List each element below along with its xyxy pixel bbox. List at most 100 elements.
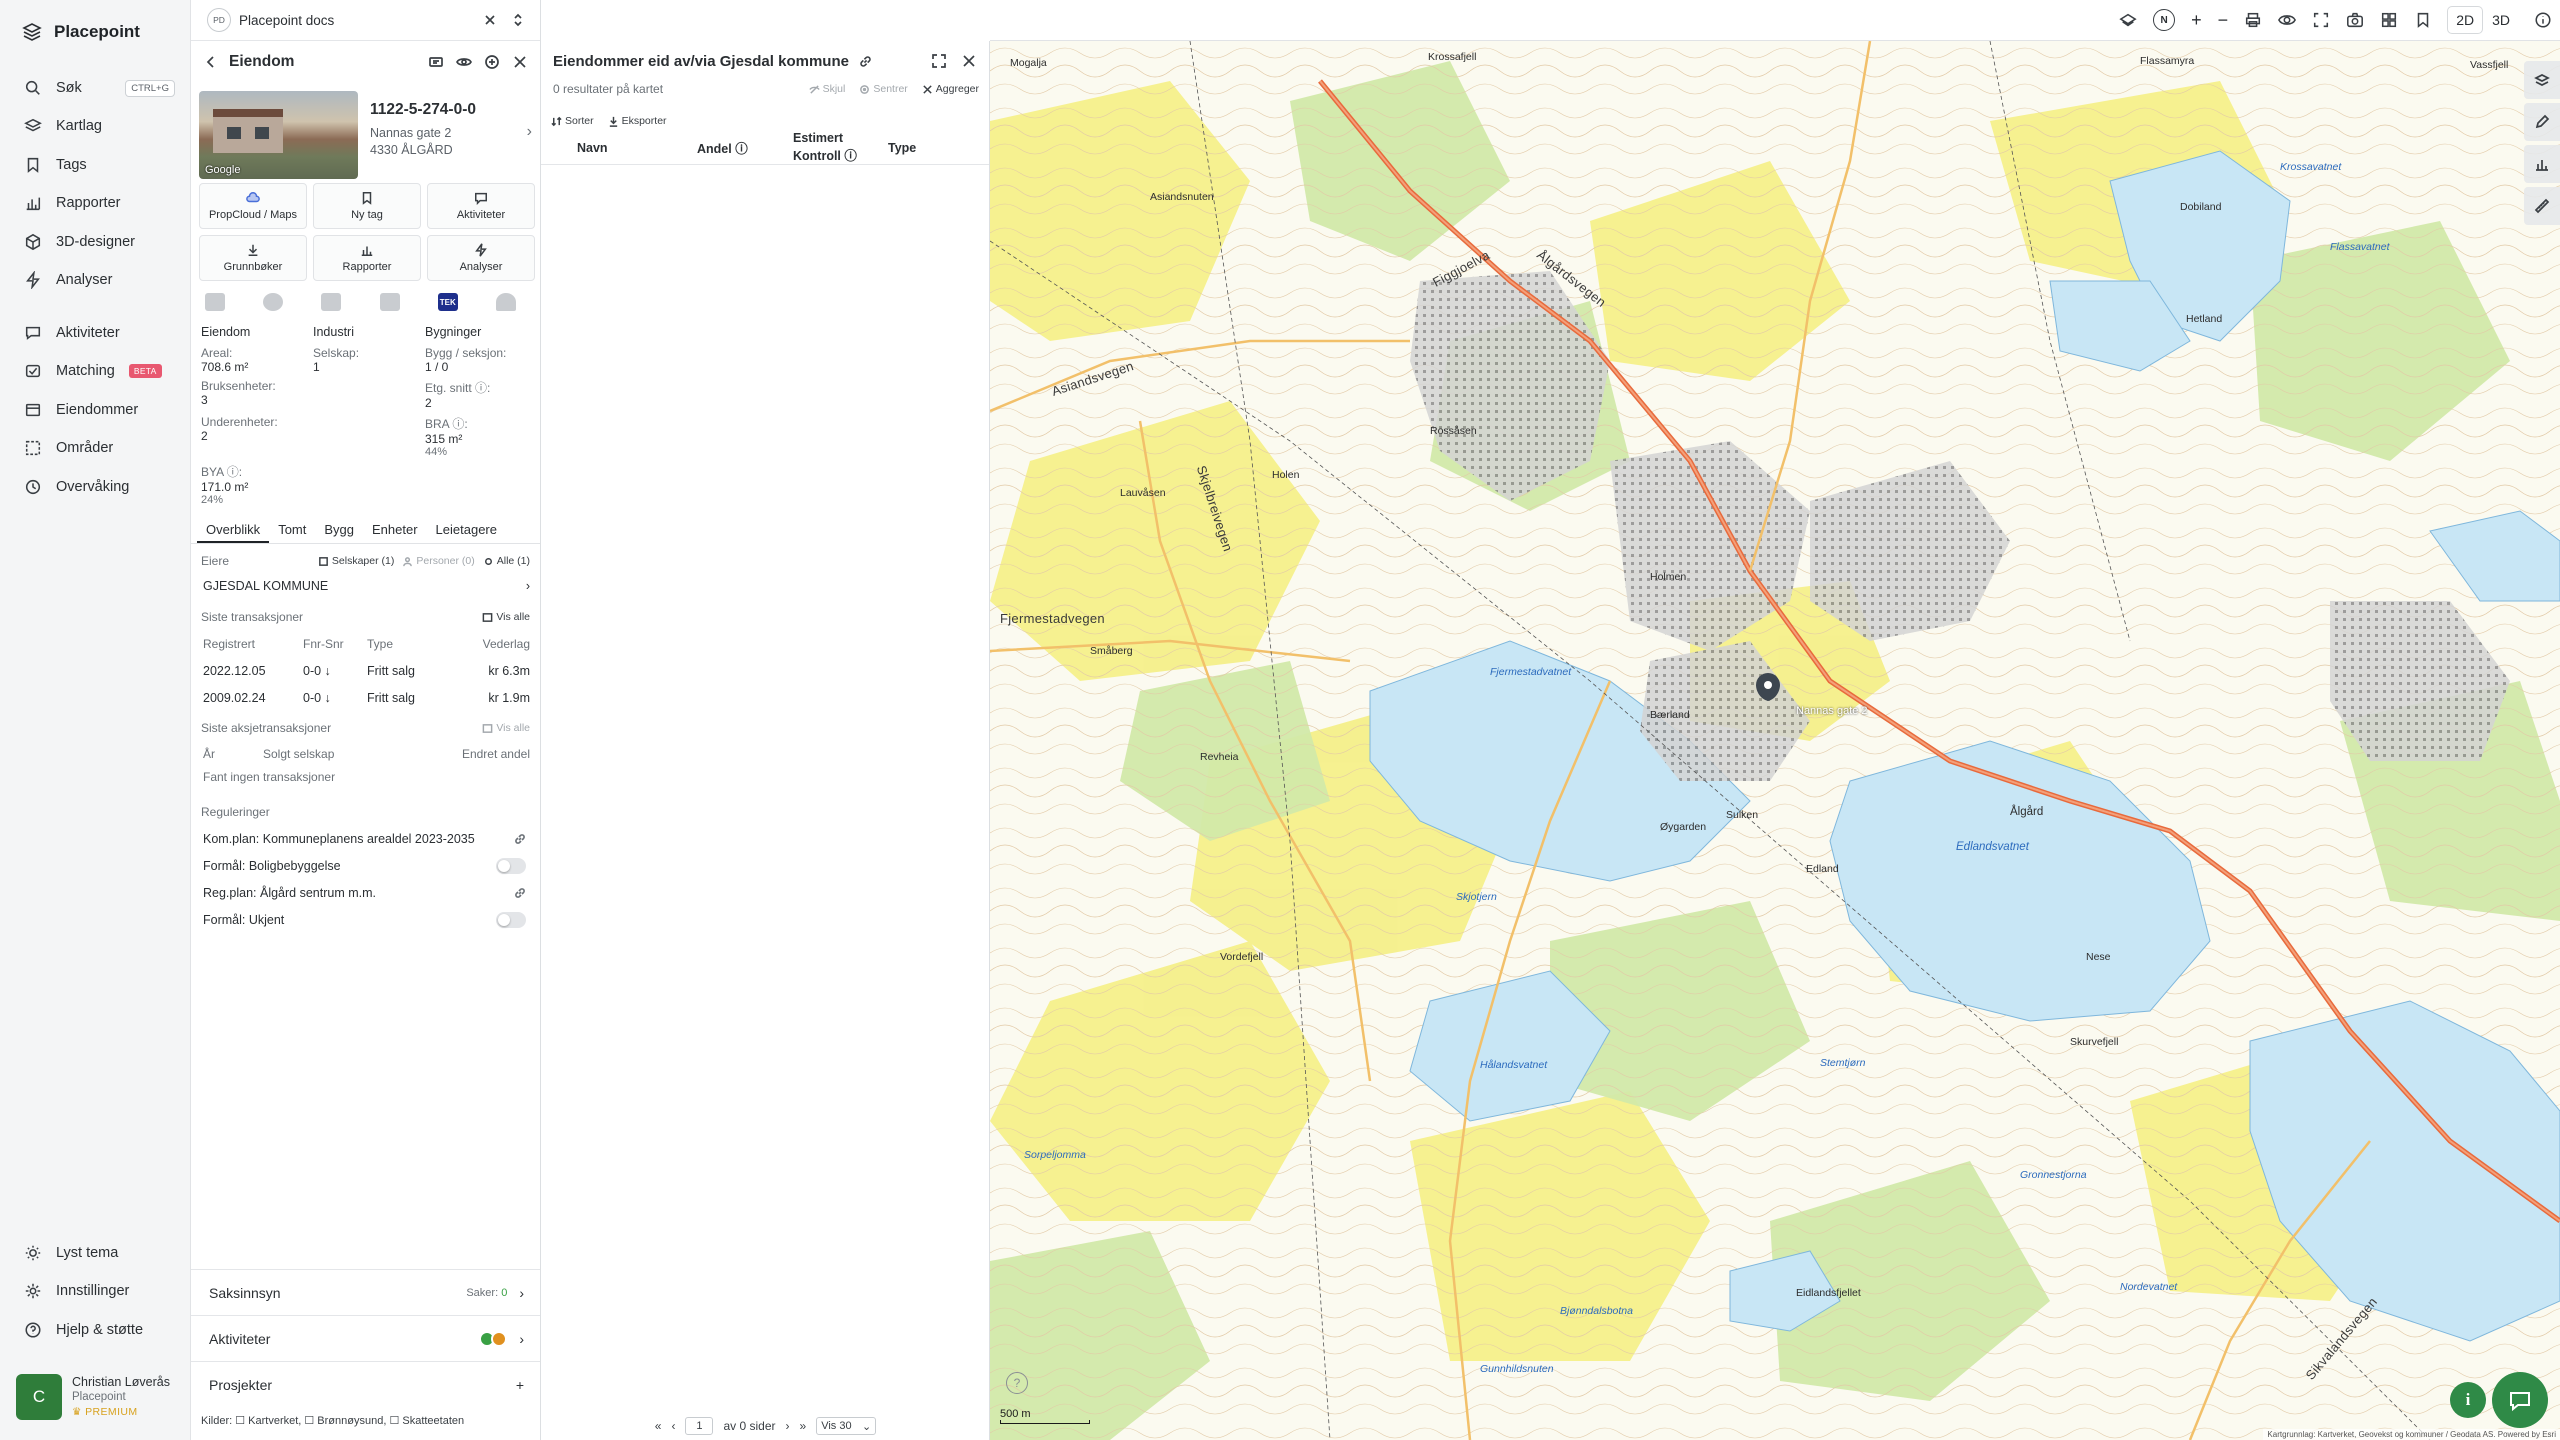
data-sources[interactable]: Kilder: ☐ Kartverket, ☐ Brønnøysund, ☐ S…: [191, 1414, 540, 1427]
nav-item-matching[interactable]: Matching BETA: [0, 353, 191, 389]
zoom-in-button[interactable]: +: [2191, 10, 2202, 31]
prosjekter-section[interactable]: Prosjekter +: [191, 1361, 540, 1407]
table-row[interactable]: 2009.02.24 0-0 ↓ Fritt salg kr 1.9m: [191, 684, 540, 711]
nav-item-omrader[interactable]: Områder: [0, 430, 191, 466]
page-size-select[interactable]: Vis 30 ⌄: [816, 1417, 877, 1435]
expand-button[interactable]: [929, 51, 949, 71]
nav-item-rapporter[interactable]: Rapporter: [0, 185, 191, 221]
filter-persons[interactable]: Personer (0): [402, 555, 475, 567]
link-icon[interactable]: [514, 887, 526, 899]
add-button[interactable]: [482, 52, 502, 72]
info-button[interactable]: i: [2450, 1382, 2486, 1418]
nav-item-aktiviteter[interactable]: Aktiviteter: [0, 315, 191, 351]
nav-item-eiendommer[interactable]: Eiendommer: [0, 392, 191, 428]
watch-button[interactable]: [454, 52, 474, 72]
show-all-share-transactions[interactable]: Vis alle: [482, 722, 530, 734]
map-help-button[interactable]: ?: [1006, 1372, 1028, 1394]
source-logo[interactable]: [205, 293, 225, 311]
compass-button[interactable]: N: [2153, 9, 2176, 31]
property-summary[interactable]: Google 1122-5-274-0-0 Nannas gate 2 4330…: [191, 83, 540, 179]
source-logo[interactable]: [379, 293, 400, 311]
table-row[interactable]: 2022.12.05 0-0 ↓ Fritt salg kr 6.3m: [191, 657, 540, 684]
analyses-button[interactable]: Analyser: [427, 235, 535, 281]
filter-all[interactable]: Alle (1): [483, 555, 530, 567]
sort-button[interactable]: Sorter: [551, 111, 594, 131]
map-canvas[interactable]: Mogalja Krossafjell Flassamyra Vassfjell…: [990, 41, 2560, 1440]
layers-icon[interactable]: [2119, 11, 2137, 29]
chat-button[interactable]: [2492, 1372, 2548, 1428]
add-project-button[interactable]: +: [516, 1377, 524, 1393]
tab-leietagere[interactable]: Leietagere: [427, 516, 506, 543]
column-estimert-kontroll[interactable]: Estimert Kontroll ⓘ: [793, 131, 888, 164]
export-button[interactable]: Eksporter: [608, 111, 667, 131]
tab-bygg[interactable]: Bygg: [315, 516, 363, 543]
hide-button[interactable]: Skjul: [808, 83, 845, 95]
print-icon[interactable]: [2244, 11, 2262, 29]
map-tool-button[interactable]: [2524, 61, 2560, 99]
street-view-photo[interactable]: Google: [199, 91, 358, 179]
workspace-name[interactable]: Placepoint docs: [239, 13, 334, 28]
nav-item-3d-designer[interactable]: 3D-designer: [0, 224, 191, 260]
user-profile[interactable]: C Christian Løverås Placepoint ♛ PREMIUM: [16, 1374, 170, 1420]
source-logo[interactable]: [495, 293, 516, 311]
new-tag-button[interactable]: Ny tag: [313, 183, 421, 229]
close-panel-button[interactable]: [510, 52, 530, 72]
regulation-toggle[interactable]: [496, 911, 526, 928]
map-attribution[interactable]: Kartgrunnlag: Kartverket, Geovekst og ko…: [2263, 1429, 2560, 1440]
filter-companies[interactable]: Selskaper (1): [318, 555, 394, 567]
pin-label[interactable]: Nannas gate 2: [1796, 705, 1868, 717]
workspace-switch-button[interactable]: [508, 10, 528, 30]
id-card-button[interactable]: [426, 52, 446, 72]
column-type[interactable]: Type: [888, 141, 979, 155]
next-page-button[interactable]: ›: [786, 1419, 790, 1433]
reports-button[interactable]: Rapporter: [313, 235, 421, 281]
show-all-transactions[interactable]: Vis alle: [482, 611, 530, 623]
close-workspace-button[interactable]: [480, 10, 500, 30]
zoom-out-button[interactable]: −: [2218, 10, 2229, 31]
aggregate-button[interactable]: Aggreger: [922, 83, 979, 95]
nav-item-settings[interactable]: Innstillinger: [0, 1273, 191, 1309]
column-navn[interactable]: Navn: [577, 141, 697, 155]
map-tool-button[interactable]: [2524, 145, 2560, 183]
page-input[interactable]: 1: [685, 1417, 714, 1435]
camera-icon[interactable]: [2346, 11, 2364, 29]
brand[interactable]: Placepoint: [0, 0, 190, 64]
land-registry-button[interactable]: Grunnbøker: [199, 235, 307, 281]
nav-item-overvaking[interactable]: Overvåking: [0, 469, 191, 505]
tek-logo[interactable]: TEK: [437, 293, 458, 311]
source-logo[interactable]: [321, 293, 342, 311]
info-icon[interactable]: [2534, 11, 2552, 29]
activities-button[interactable]: Aktiviteter: [427, 183, 535, 229]
saksinnsyn-section[interactable]: Saksinnsyn Saker: 0 ›: [191, 1269, 540, 1315]
propcloud-button[interactable]: PropCloud / Maps: [199, 183, 307, 229]
mode-2d-button[interactable]: 2D: [2448, 7, 2483, 33]
column-andel[interactable]: Andel ⓘ: [697, 138, 793, 157]
fullscreen-icon[interactable]: [2312, 11, 2330, 29]
nav-item-sok[interactable]: Søk CTRL+G: [0, 70, 191, 106]
nav-item-kartlag[interactable]: Kartlag: [0, 108, 191, 144]
regulation-toggle[interactable]: [496, 857, 526, 874]
nav-item-tags[interactable]: Tags: [0, 147, 191, 183]
tab-overblikk[interactable]: Overblikk: [197, 516, 270, 543]
mode-3d-button[interactable]: 3D: [2484, 7, 2518, 33]
eye-icon[interactable]: [2278, 11, 2297, 29]
aktiviteter-section[interactable]: Aktiviteter ›: [191, 1315, 540, 1361]
first-page-button[interactable]: «: [655, 1419, 662, 1433]
tab-tomt[interactable]: Tomt: [269, 516, 315, 543]
map-tool-button[interactable]: [2524, 187, 2560, 225]
link-icon[interactable]: [859, 55, 872, 68]
close-list-button[interactable]: [959, 51, 979, 71]
source-logo[interactable]: [263, 293, 284, 311]
nav-item-theme[interactable]: Lyst tema: [0, 1235, 191, 1271]
center-button[interactable]: Sentrer: [859, 83, 908, 95]
grid-icon[interactable]: [2380, 11, 2398, 29]
nav-item-help[interactable]: Hjelp & støtte: [0, 1312, 191, 1348]
last-page-button[interactable]: »: [800, 1419, 807, 1433]
owner-row[interactable]: GJESDAL KOMMUNE ›: [191, 574, 540, 598]
link-icon[interactable]: [514, 833, 526, 845]
nav-item-analyser[interactable]: Analyser: [0, 262, 191, 298]
map-tool-button[interactable]: [2524, 103, 2560, 141]
bookmark-icon[interactable]: [2414, 11, 2432, 29]
back-button[interactable]: [201, 52, 221, 72]
tab-enheter[interactable]: Enheter: [363, 516, 427, 543]
